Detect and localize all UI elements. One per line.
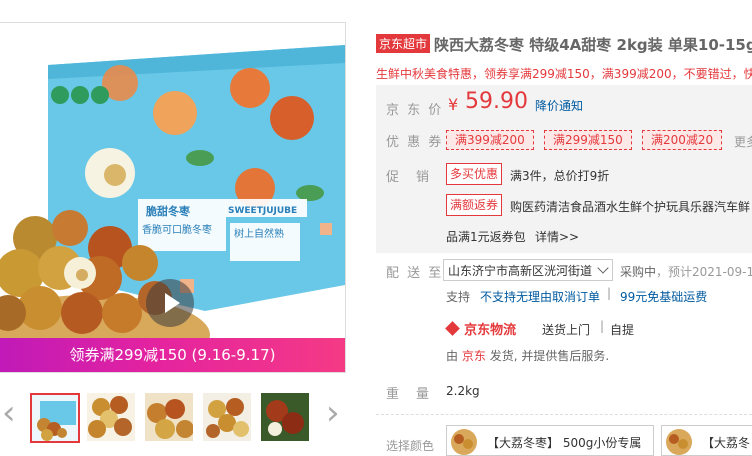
fulfilment-note: 由 京东 发货, 并提供售后服务. xyxy=(446,347,609,364)
coupon-chip-3[interactable]: 满200减20 xyxy=(642,130,723,150)
box-label-2: SWEETJUJUBE xyxy=(228,206,297,216)
product-title: 京东超市 陕西大荔冬枣 特级4A甜枣 2kg装 单果10-15g xyxy=(376,34,752,55)
delivery-label: 配 送 至 xyxy=(386,266,444,281)
color-option-2[interactable]: 【大荔冬 xyxy=(661,425,752,456)
thumbnail-image xyxy=(261,393,309,441)
color-option-1-label: 【大荔冬枣】 500g小份专属 xyxy=(487,436,642,450)
support-free-shipping[interactable]: 99元免基础运费 xyxy=(620,288,707,305)
stock-status: 采购中 xyxy=(620,265,657,279)
price-currency: ¥ xyxy=(448,95,459,114)
promo-desc-2b: 品满1元返券包 xyxy=(446,230,526,244)
section-divider xyxy=(376,414,752,415)
delivery-address-value: 山东济宁市高新区洸河街道 xyxy=(448,264,593,278)
fulfilment-suffix: 发货, 并提供售后服务. xyxy=(489,349,610,363)
promo-tag-multi-buy: 多买优惠 xyxy=(446,163,503,185)
coupon-banner[interactable]: 领券满299减150 (9.16-9.17) xyxy=(0,338,345,372)
price-drop-notice-link[interactable]: 降价通知 xyxy=(535,97,583,114)
thumbnail-1[interactable] xyxy=(30,393,80,443)
delivery-status: 采购中，预计2021-09-1 xyxy=(620,263,752,280)
thumbnail-4[interactable] xyxy=(203,393,251,441)
next-thumb-arrow[interactable]: › xyxy=(326,396,340,430)
thumbnail-2[interactable] xyxy=(87,393,135,441)
promotion-label: 促 销 xyxy=(386,170,432,185)
weight-value: 2.2kg xyxy=(446,384,480,398)
price-value: 59.90 xyxy=(465,89,528,114)
option-thumbnail xyxy=(666,429,692,455)
fulfilment-prefix: 由 xyxy=(446,349,459,363)
promo-detail-link[interactable]: 详情>> xyxy=(535,228,579,245)
thumbnail-image xyxy=(87,393,135,441)
prev-thumb-arrow[interactable]: ‹ xyxy=(2,396,16,430)
more-coupons-link[interactable]: 更多 xyxy=(734,133,752,150)
thumbnail-image xyxy=(32,395,78,441)
jd-logistics-icon xyxy=(445,321,460,336)
thumbnail-image xyxy=(203,393,251,441)
support-no-cancel[interactable]: 不支持无理由取消订单 xyxy=(480,288,600,305)
promo-desc-2: 购医药清洁食品酒水生鲜个护玩具乐器汽车鲜 xyxy=(510,200,751,214)
thumbnail-5[interactable] xyxy=(261,393,309,441)
logistics-home-delivery: 送货上门 xyxy=(542,323,591,337)
color-select-label: 选择颜色 xyxy=(386,439,435,453)
coupon-label: 优 惠 券 xyxy=(386,135,444,150)
fulfilment-jd-link[interactable]: 京东 xyxy=(462,349,486,363)
thumbnail-3[interactable] xyxy=(145,393,193,441)
jd-logistics-logo: 京东物流 xyxy=(445,319,517,338)
product-subtitle: 生鲜中秋美食特惠，领券享满299减150，满399减200，不要错过，快来 xyxy=(376,67,752,81)
color-option-1[interactable]: 【大荔冬枣】 500g小份专属 xyxy=(446,425,654,456)
box-label-3: 香脆可口脆冬枣 xyxy=(142,223,212,236)
coupon-chip-2[interactable]: 满299减150 xyxy=(544,130,632,150)
jd-logistics-brand: 京东物流 xyxy=(464,323,517,338)
product-title-text: 陕西大荔冬枣 特级4A甜枣 2kg装 单果10-15g xyxy=(434,36,752,54)
option-thumbnail xyxy=(451,429,477,455)
delivery-address-select[interactable]: 山东济宁市高新区洸河街道 xyxy=(443,259,613,281)
main-product-image[interactable]: 脆甜冬枣 SWEETJUJUBE 香脆可口脆冬枣 树上自然熟 领券满299减15… xyxy=(0,22,346,373)
color-option-2-label: 【大荔冬 xyxy=(702,436,751,450)
price-label: 京 东 价 xyxy=(386,103,444,118)
separator: | xyxy=(607,286,612,300)
jd-supermarket-badge: 京东超市 xyxy=(376,34,431,53)
coupon-chip-1[interactable]: 满399减200 xyxy=(446,130,534,150)
separator: | xyxy=(600,319,605,333)
promo-tag-coupon-return: 满额返券 xyxy=(446,194,503,216)
promo-desc-1: 满3件，总价打9折 xyxy=(510,169,610,183)
thumbnail-image xyxy=(145,393,193,441)
support-label: 支持 xyxy=(446,290,471,304)
estimated-arrival: ，预计2021-09-1 xyxy=(656,265,752,279)
play-video-button[interactable] xyxy=(146,279,194,327)
box-label-4: 树上自然熟 xyxy=(234,227,284,240)
box-label-1: 脆甜冬枣 xyxy=(145,204,191,218)
chevron-down-icon xyxy=(597,262,609,274)
weight-label: 重 量 xyxy=(386,387,432,402)
logistics-self-pickup: 自提 xyxy=(610,323,635,337)
